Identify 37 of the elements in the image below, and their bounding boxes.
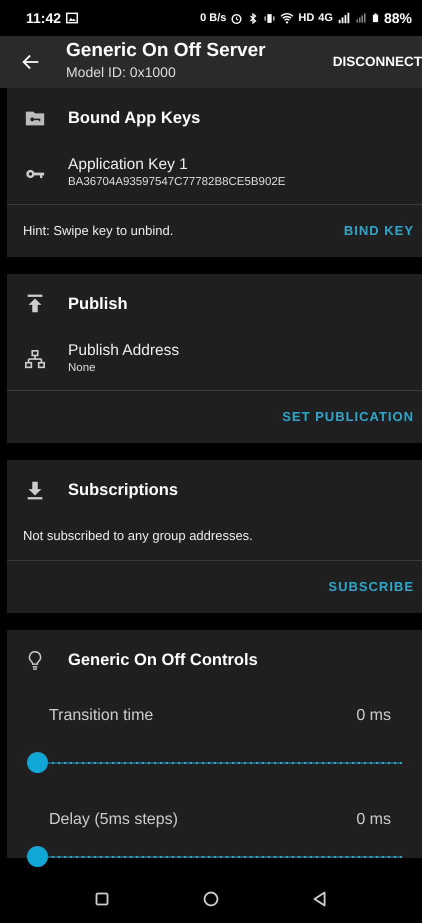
section-title: Bound App Keys (68, 108, 200, 129)
image-icon (65, 11, 80, 25)
slider-thumb[interactable] (27, 846, 48, 867)
signal-icon (354, 11, 367, 25)
battery-icon (370, 11, 380, 25)
wifi-icon (280, 11, 294, 25)
vibrate-icon (263, 12, 276, 24)
item-subtitle: None (68, 361, 96, 376)
screen-title: Generic On Off Server (66, 41, 266, 62)
list-item[interactable]: Publish Address None (7, 334, 422, 386)
screen-subtitle: Model ID: 0x1000 (66, 62, 177, 82)
item-title: Application Key 1 (68, 156, 189, 174)
clock-time: 11:42 (26, 8, 62, 28)
slider-value: 0 ms (356, 810, 391, 830)
hint-text: Hint: Swipe key to unbind. (23, 222, 174, 240)
network-speed: 0 B/s (200, 10, 226, 26)
section-title: Publish (68, 294, 128, 315)
bind-key-button[interactable]: BIND KEY (344, 221, 414, 241)
item-subtitle: BA36704A93597547C77782B8CE5B902E (68, 175, 286, 190)
slider-label: Delay (5ms steps) (49, 810, 178, 830)
slider-thumb[interactable] (27, 752, 48, 773)
slider-value: 0 ms (356, 706, 391, 726)
slider-label: Transition time (49, 706, 154, 726)
disconnect-button[interactable]: DISCONNECT (332, 52, 422, 72)
set-publication-button[interactable]: SET PUBLICATION (282, 407, 414, 427)
network-icon (24, 349, 46, 371)
battery-level: 88% (384, 8, 412, 28)
hd-label: HD (298, 10, 314, 26)
section-title: Generic On Off Controls (68, 650, 258, 671)
empty-message: Not subscribed to any group addresses. (23, 527, 253, 546)
list-item[interactable]: Application Key 1 BA36704A93597547C77782B8CE5B902E (7, 148, 422, 200)
network-type: 4G (318, 10, 333, 26)
signal-icon (336, 11, 351, 25)
section-title: Subscriptions (68, 480, 178, 501)
alarm-icon (230, 12, 244, 24)
item-title: Publish Address (68, 342, 180, 360)
subscribe-button[interactable]: SUBSCRIBE (328, 577, 414, 597)
